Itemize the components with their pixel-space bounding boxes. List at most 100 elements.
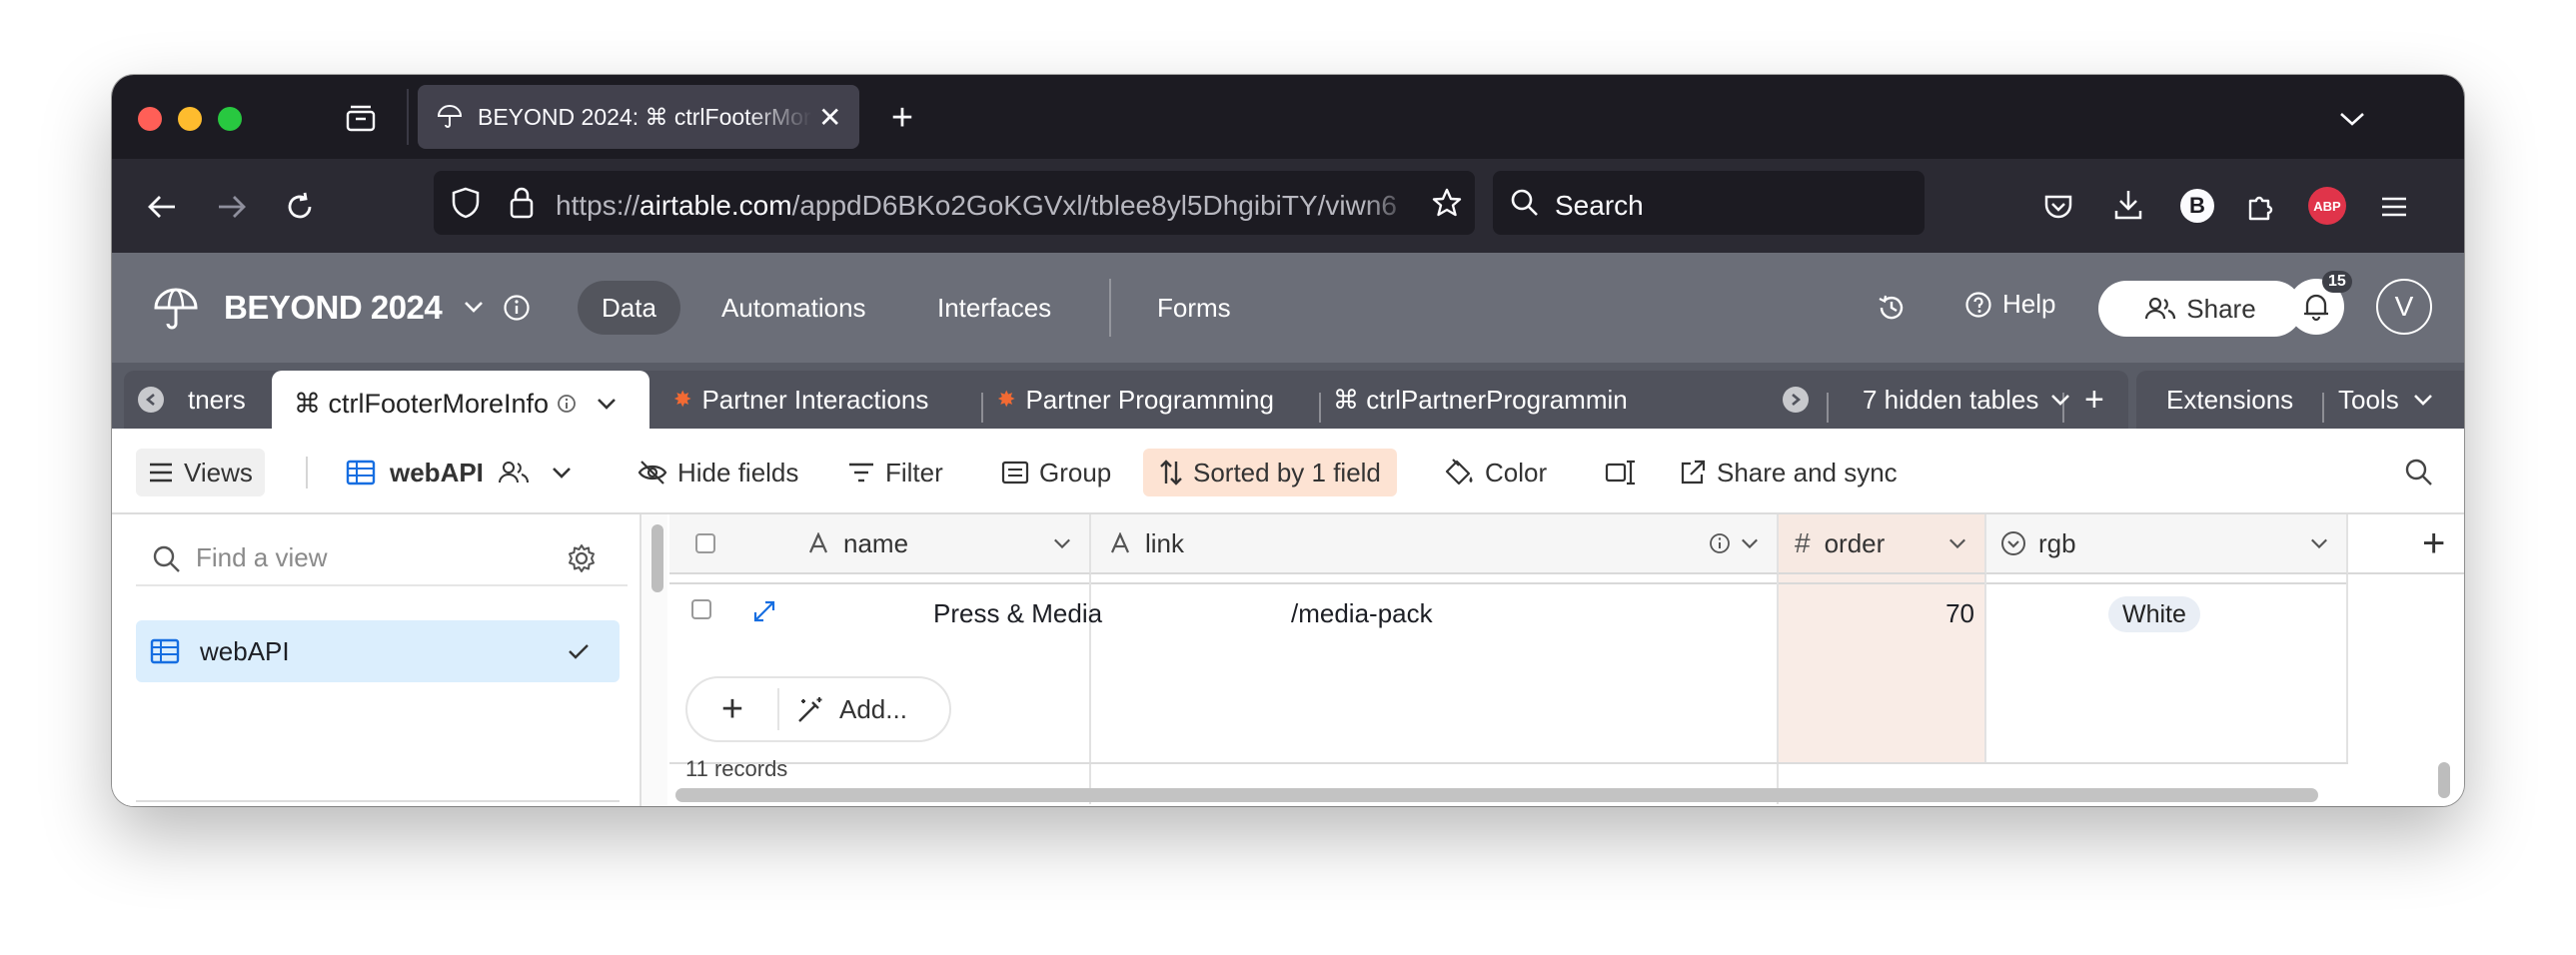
column-header-name[interactable]: name [669,514,1091,574]
hide-fields-button[interactable]: Hide fields [626,449,810,496]
adblock-icon[interactable]: ABP [2308,187,2346,225]
info-icon [558,395,576,413]
minimize-window-button[interactable] [178,107,202,131]
select-all-checkbox[interactable] [695,533,715,553]
extensions-puzzle-icon[interactable] [2240,187,2280,227]
pocket-icon[interactable] [2038,187,2078,227]
scroll-left-icon[interactable] [138,387,164,413]
group-button[interactable]: Group [989,449,1123,496]
forward-arrow-icon[interactable] [212,187,252,227]
table-tab-ctrl-footer-more-info[interactable]: ⌘ ctrlFooterMoreInfo [272,371,649,437]
download-icon[interactable] [2108,185,2148,225]
hidden-tables-dropdown[interactable]: 7 hidden tables [1863,371,2070,429]
nav-forms[interactable]: Forms [1133,281,1255,335]
tab-separator [1827,393,1829,423]
view-switcher[interactable]: webAPI [334,449,584,496]
notification-count-badge: 15 [2322,271,2352,293]
column-header-link[interactable]: link [1091,514,1779,574]
tab-separator [2322,393,2324,423]
base-name[interactable]: BEYOND 2024 [224,289,443,327]
add-field-button[interactable]: + [2348,514,2464,574]
avatar[interactable]: V [2376,279,2432,335]
help-label: Help [2002,289,2056,319]
find-view-input[interactable]: Find a view [136,528,628,586]
eye-off-icon [638,461,667,484]
add-label: Add... [839,694,907,724]
color-button[interactable]: Color [1433,449,1559,496]
table-tab-ctrl-partner-programming[interactable]: ⌘ ctrlPartnerProgrammin [1333,371,1773,429]
cell-name[interactable]: Press & Media [933,598,1102,629]
header-divider [1109,279,1111,337]
filter-icon [849,463,873,482]
umbrella-logo-icon[interactable] [152,285,200,333]
search-icon [2405,459,2432,485]
column-divider [1984,574,1986,764]
view-toolbar: Views webAPI Hide fields Filter Group So… [112,429,2464,514]
close-window-button[interactable] [138,107,162,131]
scroll-right-icon[interactable] [1783,387,1809,413]
back-arrow-icon[interactable] [142,187,182,227]
nav-automations[interactable]: Automations [697,281,890,335]
sidebar-scrollbar[interactable] [651,524,663,592]
table-tab-partner-interactions[interactable]: ✸ Partner Interactions [673,371,928,429]
table-tab-partners[interactable]: tners [188,371,246,429]
add-record-button[interactable]: + [687,678,777,740]
sidebar-divider [136,800,620,802]
search-records-button[interactable] [2392,449,2446,496]
cell-rgb-tag[interactable]: White [2108,596,2200,632]
row-height-button[interactable] [1593,449,1649,496]
row-checkbox[interactable] [691,599,711,619]
profile-icon[interactable]: B [2180,189,2214,223]
cell-order[interactable]: 70 [1779,598,1974,629]
spark-icon: ✸ [673,387,692,412]
column-order-label: order [1824,527,1886,558]
history-icon[interactable] [1875,291,1909,325]
tab-overview-icon[interactable] [344,101,378,135]
reload-icon[interactable] [280,187,320,227]
star-icon[interactable] [1429,185,1465,221]
close-icon[interactable]: ✕ [818,101,841,134]
chevron-down-icon[interactable] [2332,99,2372,139]
record-count: 11 records [685,756,788,781]
tab-label: Partner Programming [1025,384,1274,415]
column-header-rgb[interactable]: rgb [1986,514,2348,574]
column-rgb-label: rgb [2038,527,2076,558]
extensions-button[interactable]: Extensions [2166,371,2293,429]
share-button[interactable]: Share [2098,281,2302,337]
lock-icon[interactable] [504,185,540,221]
tools-button[interactable]: Tools [2338,371,2433,429]
share-and-sync-button[interactable]: Share and sync [1667,449,1910,496]
filter-button[interactable]: Filter [835,449,955,496]
views-toggle-button[interactable]: Views [136,449,265,496]
nav-interfaces[interactable]: Interfaces [913,281,1075,335]
sidebar-view-webapi[interactable]: webAPI [136,620,620,682]
add-table-icon[interactable]: + [2084,371,2104,429]
help-button[interactable]: Help [1964,289,2055,320]
search-bar[interactable]: Search [1493,171,1925,235]
browser-window: BEYOND 2024: ⌘ ctrlFooterMoreInfo ✕ + ht… [112,75,2464,806]
expand-record-icon[interactable] [751,598,777,624]
horizontal-scrollbar[interactable] [675,788,2318,802]
tools-area: Extensions Tools [2136,371,2464,429]
table-tab-partner-programming[interactable]: ✸ Partner Programming [997,371,1274,429]
column-header-order[interactable]: # order [1779,514,1986,574]
single-select-icon [2001,531,2025,555]
chevron-down-icon[interactable] [462,295,486,319]
cell-link[interactable]: /media-pack [1291,598,1433,629]
pill-divider [777,688,779,730]
url-bar[interactable]: https://airtable.com/appdD6BKo2GoKGVxl/t… [434,171,1475,235]
nav-data[interactable]: Data [578,281,680,335]
add-with-ai-button[interactable]: Add... [795,694,907,725]
vertical-scrollbar[interactable] [2438,762,2450,798]
shield-icon[interactable] [448,185,484,221]
url-text[interactable]: https://airtable.com/appdD6BKo2GoKGVxl/t… [556,190,1415,222]
browser-tab-active[interactable]: BEYOND 2024: ⌘ ctrlFooterMoreInfo ✕ [418,85,859,149]
menu-icon[interactable] [2374,187,2414,227]
number-field-icon: # [1795,527,1811,558]
info-icon[interactable] [502,293,532,323]
maximize-window-button[interactable] [218,107,242,131]
new-tab-icon[interactable]: + [883,97,921,139]
bell-icon [2304,294,2328,322]
sort-button[interactable]: Sorted by 1 field [1143,449,1397,496]
text-field-icon [1110,532,1130,553]
